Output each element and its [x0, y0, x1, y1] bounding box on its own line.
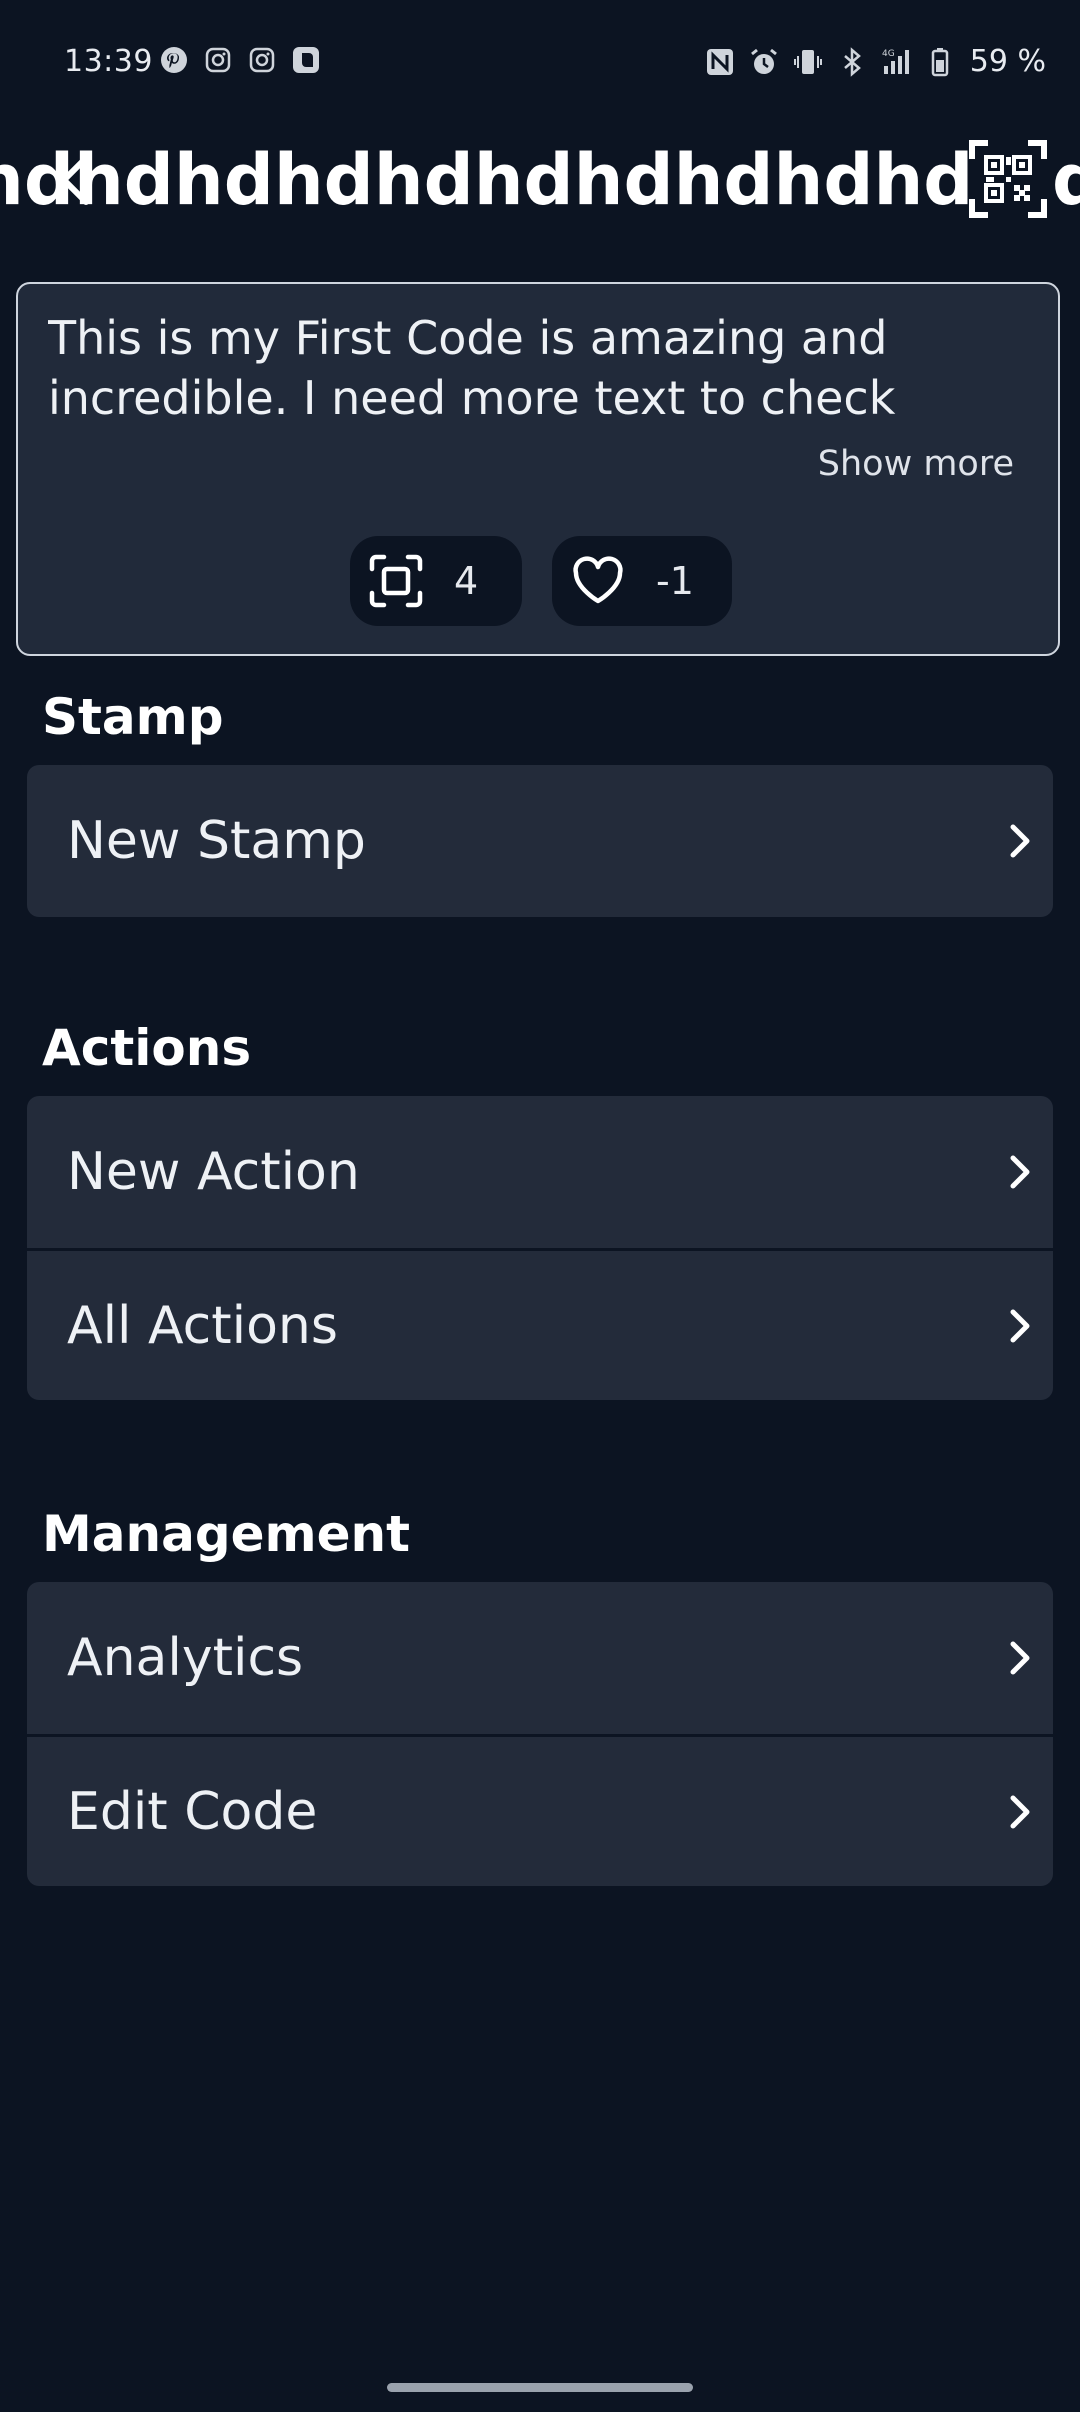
header-overflow-text: d: [1052, 139, 1080, 221]
menu-item-new-action[interactable]: New Action: [27, 1096, 1053, 1248]
status-time: 13:39: [64, 44, 153, 79]
scan-count: 4: [454, 559, 479, 603]
alarm-icon: [748, 46, 780, 78]
menu-item-label: All Actions: [67, 1295, 338, 1356]
chevron-right-icon: [999, 1638, 1039, 1678]
chevron-right-icon: [999, 1152, 1039, 1192]
show-more-link[interactable]: Show more: [818, 444, 1014, 484]
description-card: This is my First Code is amazing and inc…: [16, 282, 1060, 656]
like-button[interactable]: -1: [552, 536, 732, 626]
menu-item-new-stamp[interactable]: New Stamp: [27, 765, 1053, 917]
menu-item-label: New Stamp: [67, 811, 366, 871]
section-title-stamp: Stamp: [42, 688, 224, 746]
instagram-icon: [202, 44, 234, 76]
stamp-menu: New Stamp: [27, 765, 1053, 917]
chevron-right-icon: [999, 1306, 1039, 1346]
battery-icon: [924, 46, 956, 78]
management-menu: Analytics Edit Code: [27, 1582, 1053, 1886]
like-count: -1: [656, 559, 694, 603]
instagram-icon: [246, 44, 278, 76]
system-icons: 4G 59 %: [704, 44, 1046, 79]
chevron-right-icon: [999, 821, 1039, 861]
qr-code-icon: [969, 140, 1047, 218]
section-title-management: Management: [42, 1505, 411, 1563]
vibrate-icon: [792, 46, 824, 78]
menu-item-label: Analytics: [67, 1628, 304, 1688]
menu-item-all-actions[interactable]: All Actions: [27, 1248, 1053, 1400]
actions-menu: New Action All Actions: [27, 1096, 1053, 1400]
bluetooth-icon: [836, 46, 868, 78]
menu-item-label: Edit Code: [67, 1781, 318, 1842]
status-bar: 13:39 4G 59 %: [0, 0, 1080, 125]
battery-percent: 59 %: [969, 44, 1046, 79]
app-header: hdhdhdhdhdhdhdhdhdhdhdhdhdh d: [0, 125, 1080, 235]
app-icon: [290, 44, 322, 76]
scan-count-badge: 4: [350, 536, 522, 626]
notification-icons: [158, 44, 322, 76]
section-title-actions: Actions: [42, 1019, 252, 1077]
chevron-right-icon: [999, 1792, 1039, 1832]
back-button[interactable]: [46, 147, 106, 213]
pinterest-icon: [158, 44, 190, 76]
signal-4g-icon: 4G: [880, 46, 912, 78]
scan-icon: [369, 554, 423, 608]
svg-text:4G: 4G: [882, 49, 895, 59]
heart-icon: [573, 556, 623, 604]
page-title: hdhdhdhdhdhdhdhdhdhdhdhdhdh: [0, 139, 974, 221]
menu-item-edit-code[interactable]: Edit Code: [27, 1734, 1053, 1886]
home-indicator[interactable]: [387, 2383, 693, 2392]
menu-item-analytics[interactable]: Analytics: [27, 1582, 1053, 1734]
qr-code-button[interactable]: [968, 139, 1048, 219]
back-arrow-icon: [61, 155, 89, 205]
nfc-icon: [704, 46, 736, 78]
menu-item-label: New Action: [67, 1142, 360, 1202]
description-text: This is my First Code is amazing and inc…: [48, 311, 896, 425]
